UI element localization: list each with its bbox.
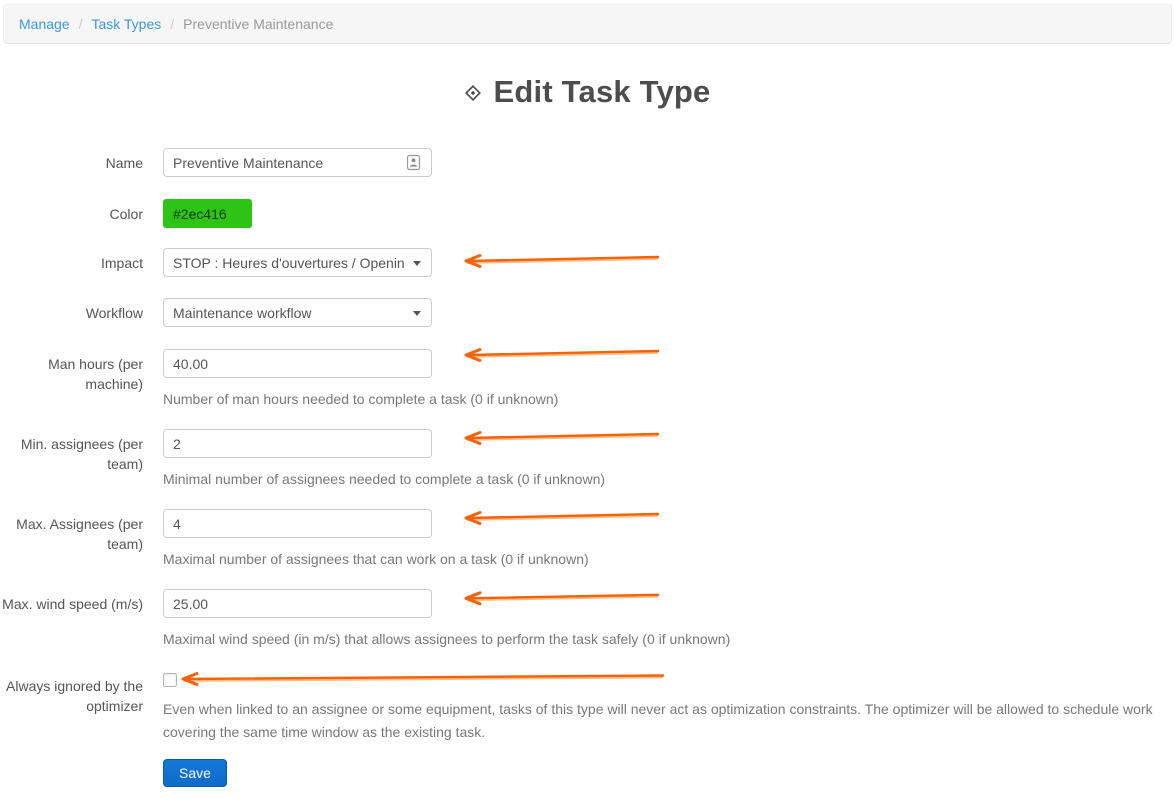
man-hours-input[interactable] <box>163 349 432 378</box>
breadcrumb: Manage / Task Types / Preventive Mainten… <box>3 4 1172 44</box>
workflow-select[interactable]: Maintenance workflow <box>163 298 432 327</box>
dropdown-caret-icon <box>413 311 421 316</box>
max-wind-speed-help: Maximal wind speed (in m/s) that allows … <box>163 628 730 651</box>
breadcrumb-separator: / <box>170 16 174 32</box>
breadcrumb-separator: / <box>79 16 83 32</box>
color-label: Color <box>0 204 143 224</box>
name-label: Name <box>0 153 143 173</box>
always-ignored-checkbox[interactable] <box>163 673 177 687</box>
dropdown-caret-icon <box>413 261 421 266</box>
edit-task-type-page: Manage / Task Types / Preventive Mainten… <box>0 0 1175 799</box>
annotation-arrow-impact <box>466 256 658 267</box>
max-wind-speed-label: Max. wind speed (m/s) <box>0 594 143 614</box>
autofill-contact-icon <box>405 154 422 171</box>
man-hours-help: Number of man hours needed to complete a… <box>163 388 558 411</box>
annotation-arrow-man-hours <box>466 350 658 361</box>
max-wind-speed-input[interactable] <box>163 589 432 618</box>
man-hours-label: Man hours (per machine) <box>0 354 143 394</box>
always-ignored-help: Even when linked to an assignee or some … <box>163 698 1157 744</box>
min-assignees-help: Minimal number of assignees needed to co… <box>163 468 605 491</box>
color-swatch[interactable]: #2ec416 <box>163 199 252 228</box>
annotation-arrow-max-wind-speed <box>466 593 658 604</box>
workflow-select-value: Maintenance workflow <box>173 305 405 321</box>
save-button[interactable]: Save <box>163 759 227 787</box>
name-input[interactable] <box>163 148 432 177</box>
diamond-icon <box>465 85 481 101</box>
breadcrumb-link-manage[interactable]: Manage <box>19 16 70 32</box>
max-assignees-label: Max. Assignees (per team) <box>0 514 143 554</box>
page-title-row: Edit Task Type <box>0 70 1175 114</box>
workflow-label: Workflow <box>0 303 143 323</box>
impact-select[interactable]: STOP : Heures d'ouvertures / Openin <box>163 248 432 277</box>
breadcrumb-link-task-types[interactable]: Task Types <box>91 16 161 32</box>
min-assignees-input[interactable] <box>163 429 432 458</box>
annotation-arrow-min-assignees <box>466 433 658 444</box>
min-assignees-label: Min. assignees (per team) <box>0 434 143 474</box>
breadcrumb-current-item: Preventive Maintenance <box>183 16 333 32</box>
impact-select-value: STOP : Heures d'ouvertures / Openin <box>173 255 405 271</box>
page-title: Edit Task Type <box>494 74 711 110</box>
impact-label: Impact <box>0 253 143 273</box>
max-assignees-input[interactable] <box>163 509 432 538</box>
annotation-arrow-max-assignees <box>466 513 658 524</box>
always-ignored-label: Always ignored by the optimizer <box>0 676 143 716</box>
annotation-arrow-always-ignored-checkbox <box>183 674 663 685</box>
max-assignees-help: Maximal number of assignees that can wor… <box>163 548 589 571</box>
